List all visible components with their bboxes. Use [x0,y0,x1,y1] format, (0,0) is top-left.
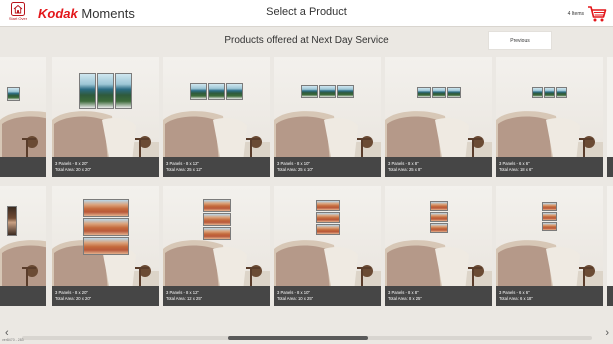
product-tile-partial[interactable] [607,186,613,306]
armchair-illustration [385,240,484,291]
canvas-panel [7,206,17,236]
home-icon [11,2,25,16]
canvas-panel [203,227,231,240]
total-area-label: Total Area: 18 x 6" [499,167,533,172]
canvas-panel [83,199,129,217]
armchair-illustration [0,111,46,162]
product-tile[interactable]: 3 Panels - 8 x 10" Total Area: 10 x 25" [274,186,381,306]
brand-kodak: Kodak [38,6,78,21]
product-grid: 3 Panels - 8 x 20" Total Area: 20 x 20" 3 … [0,57,613,317]
canvas-panel [203,199,231,212]
total-area-label: Total Area: 8 x 25" [388,296,422,301]
product-tile[interactable]: 3 Panels - 6 x 6" Total Area: 6 x 18" [496,186,603,306]
canvas-panel [7,87,20,101]
tile-caption [607,157,613,177]
total-area-label: Total Area: 20 x 20" [55,296,92,301]
start-over-label: Start Over [8,16,28,21]
armchair-illustration [274,240,373,291]
canvas-panel [417,87,431,98]
canvas-panel [544,87,555,98]
brand-logo: Kodak Moments [38,6,135,21]
armchair-illustration [385,111,484,162]
armchair-illustration [52,111,151,162]
canvas-panel [532,87,543,98]
product-tile[interactable]: 3 Panels - 8 x 20" Total Area: 20 x 20" [52,186,159,306]
product-tile-partial[interactable] [607,57,613,177]
app-header: Start Over Kodak Moments Select a Produc… [0,0,613,27]
canvas-panel [316,224,340,235]
tile-caption: 3 Panels - 8 x 8" Total Area: 25 x 8" [385,157,492,177]
canvas-panel [316,200,340,211]
tile-caption: 3 Panels - 8 x 12" Total Area: 12 x 25" [163,286,270,306]
total-area-label: Total Area: 6 x 18" [499,296,533,301]
scroll-right-icon[interactable]: › [605,327,609,339]
canvas-panel [542,212,557,221]
armchair-illustration [163,111,262,162]
canvas-panel [542,202,557,211]
tile-caption [0,286,46,306]
product-tile[interactable]: 3 Panels - 6 x 6" Total Area: 18 x 6" [496,57,603,177]
tile-caption: 3 Panels - 8 x 8" Total Area: 8 x 25" [385,286,492,306]
canvas-panel [226,83,243,100]
total-area-label: Total Area: 10 x 25" [277,296,314,301]
product-tile[interactable]: 3 Panels - 8 x 8" Total Area: 8 x 25" [385,186,492,306]
tile-caption: 3 Panels - 8 x 10" Total Area: 10 x 25" [274,286,381,306]
total-area-label: Total Area: 25 x 12" [166,167,203,172]
tile-caption [0,157,46,177]
canvas-panel [190,83,207,100]
canvas-panel [556,87,567,98]
tile-caption [607,286,613,306]
canvas-panel [447,87,461,98]
product-tile[interactable]: 3 Panels - 8 x 12" Total Area: 25 x 12" [163,57,270,177]
total-area-label: Total Area: 25 x 10" [277,167,314,172]
canvas-panel [316,212,340,223]
armchair-illustration [496,240,595,291]
armchair-illustration [163,240,262,291]
cart-icon [588,6,607,22]
total-area-label: Total Area: 12 x 25" [166,296,203,301]
tile-caption: 3 Panels - 6 x 6" Total Area: 18 x 6" [496,157,603,177]
cart-button[interactable]: 4 Items [568,4,607,24]
tile-caption: 3 Panels - 8 x 20" Total Area: 20 x 20" [52,157,159,177]
product-tile-partial[interactable] [0,186,46,306]
tile-caption: 3 Panels - 8 x 10" Total Area: 25 x 10" [274,157,381,177]
canvas-panel [83,218,129,236]
canvas-panel [430,212,448,222]
canvas-panel [337,85,354,98]
canvas-panel [430,201,448,211]
product-tile[interactable]: 3 Panels - 8 x 12" Total Area: 12 x 25" [163,186,270,306]
scrollbar-thumb[interactable] [228,336,368,340]
previous-button[interactable]: Previous [488,31,552,50]
canvas-panel [432,87,446,98]
brand-moments: Moments [81,6,135,21]
canvas-panel [115,73,132,109]
version-label: ver8470 - 283 [2,338,24,342]
total-area-label: Total Area: 20 x 20" [55,167,92,172]
canvas-panel [79,73,96,109]
canvas-panel [97,73,114,109]
canvas-panel [542,222,557,231]
product-tile[interactable]: 3 Panels - 8 x 20" Total Area: 20 x 20" [52,57,159,177]
tile-caption: 3 Panels - 6 x 6" Total Area: 6 x 18" [496,286,603,306]
cart-count: 4 Items [567,11,584,17]
canvas-panel [301,85,318,98]
armchair-illustration [274,111,373,162]
armchair-illustration [0,240,46,291]
start-over-button[interactable]: Start Over [7,2,29,26]
tile-caption: 3 Panels - 8 x 20" Total Area: 20 x 20" [52,286,159,306]
canvas-panel [203,213,231,226]
tile-caption: 3 Panels - 8 x 12" Total Area: 25 x 12" [163,157,270,177]
canvas-panel [430,223,448,233]
canvas-panel [208,83,225,100]
armchair-illustration [496,111,595,162]
canvas-panel [83,237,129,255]
horizontal-scrollbar[interactable] [22,336,592,340]
product-tile[interactable]: 3 Panels - 8 x 8" Total Area: 25 x 8" [385,57,492,177]
product-tile-partial[interactable] [0,57,46,177]
total-area-label: Total Area: 25 x 8" [388,167,422,172]
canvas-panel [319,85,336,98]
product-tile[interactable]: 3 Panels - 8 x 10" Total Area: 25 x 10" [274,57,381,177]
